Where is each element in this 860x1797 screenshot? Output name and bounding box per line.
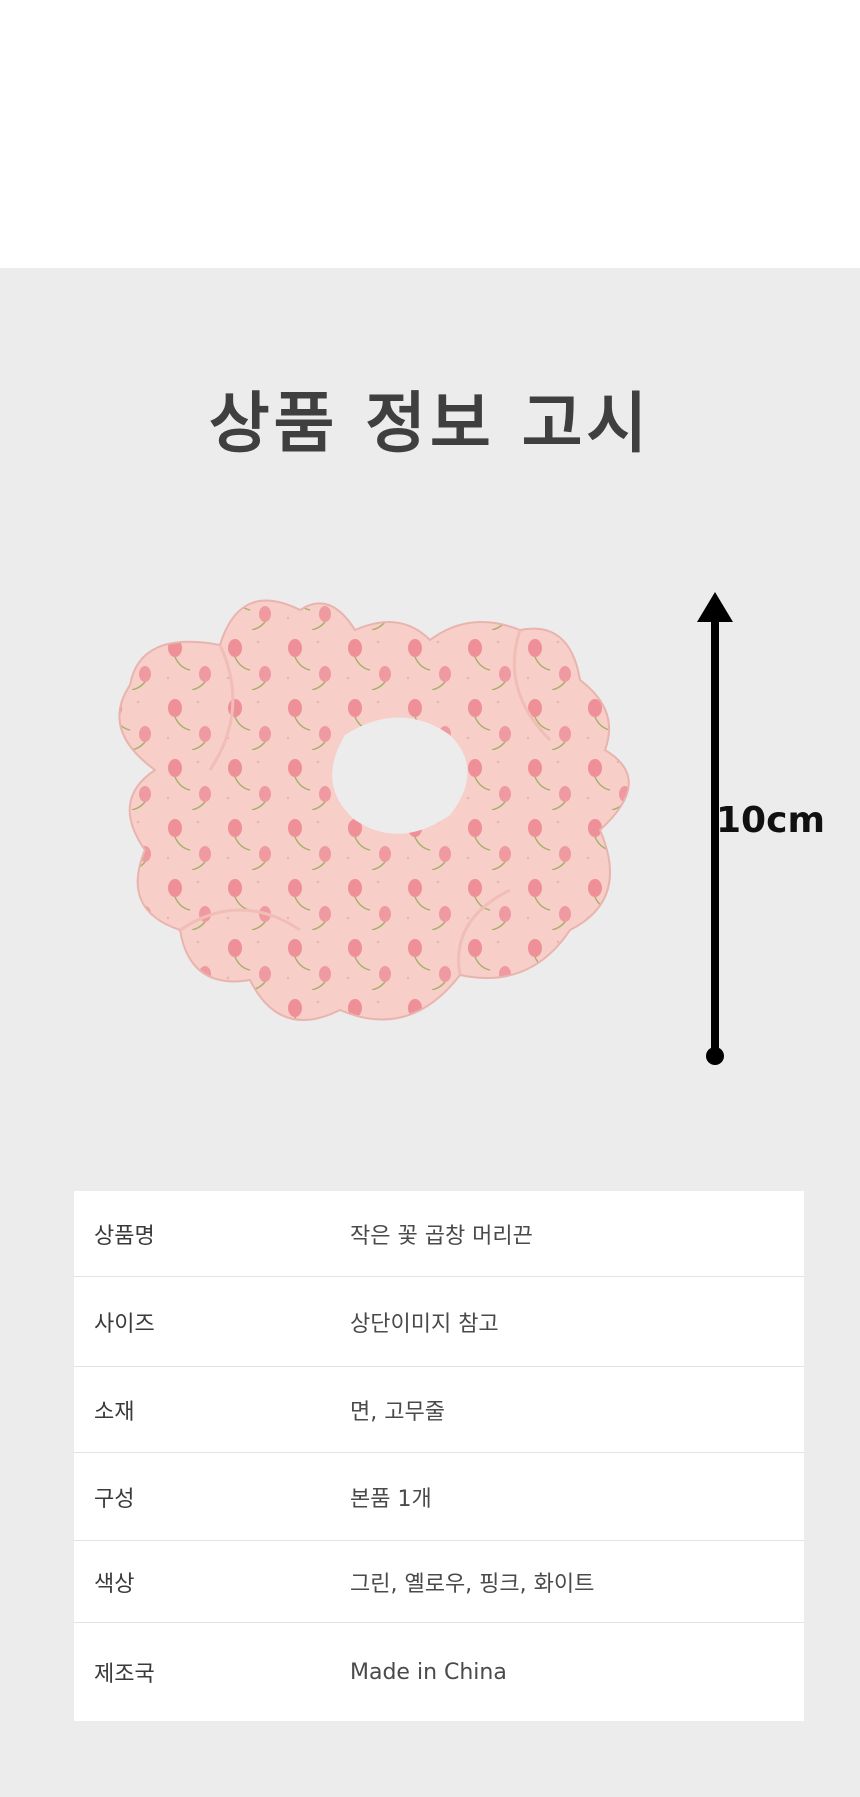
product-info-table: 상품명 작은 꽃 곱창 머리끈 사이즈 상단이미지 참고 소재 면, 고무줄 구…	[74, 1191, 804, 1721]
info-value: 작은 꽃 곱창 머리끈	[350, 1223, 533, 1249]
info-value: 그린, 옐로우, 핑크, 화이트	[350, 1571, 595, 1597]
info-label: 소재	[94, 1399, 135, 1425]
info-label: 상품명	[94, 1223, 155, 1249]
table-row: 제조국 Made in China	[74, 1623, 804, 1721]
info-value: 본품 1개	[350, 1486, 432, 1512]
table-row: 색상 그린, 옐로우, 핑크, 화이트	[74, 1541, 804, 1623]
height-measure-label: 10cm	[716, 800, 825, 841]
page-title: 상품 정보 고시	[208, 385, 652, 462]
scrunchie-image	[118, 599, 630, 1021]
table-row: 상품명 작은 꽃 곱창 머리끈	[74, 1191, 804, 1277]
info-value: 상단이미지 참고	[350, 1311, 499, 1337]
info-value: Made in China	[350, 1659, 507, 1685]
info-label: 구성	[94, 1486, 135, 1512]
top-blank-area	[0, 0, 860, 268]
table-row: 소재 면, 고무줄	[74, 1367, 804, 1453]
info-label: 제조국	[94, 1662, 155, 1687]
table-row: 사이즈 상단이미지 참고	[74, 1277, 804, 1367]
scrunchie-body	[118, 599, 630, 1021]
info-label: 사이즈	[94, 1311, 155, 1337]
info-value: 면, 고무줄	[350, 1399, 445, 1425]
info-label: 색상	[94, 1571, 135, 1597]
table-row: 구성 본품 1개	[74, 1453, 804, 1541]
